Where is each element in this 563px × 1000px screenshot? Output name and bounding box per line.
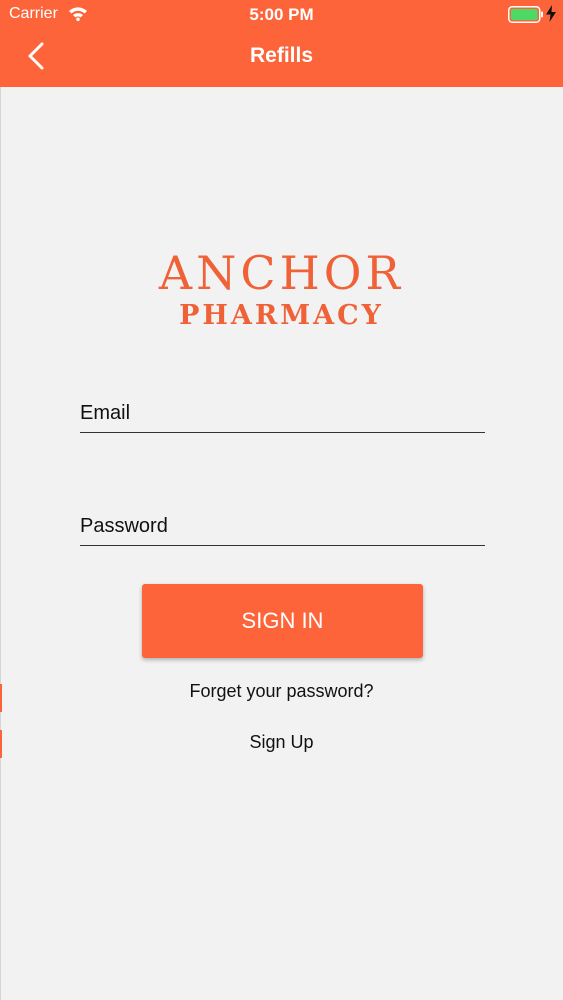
status-bar: Carrier 5:00 PM bbox=[0, 0, 563, 30]
battery-icon bbox=[508, 6, 544, 29]
logo-line-anchor: ANCHOR bbox=[158, 246, 405, 300]
bolt-icon bbox=[546, 5, 556, 27]
left-edge-divider bbox=[0, 87, 1, 1000]
page-title: Refills bbox=[249, 44, 314, 67]
sign-up-link[interactable]: Sign Up bbox=[0, 732, 563, 753]
logo-line-pharmacy: PHARMACY bbox=[179, 300, 384, 331]
nav-bar: Carrier 5:00 PM Refills bbox=[0, 0, 563, 87]
email-field[interactable] bbox=[80, 394, 485, 433]
sign-in-button[interactable]: SIGN IN bbox=[142, 584, 423, 658]
password-field[interactable] bbox=[80, 507, 485, 546]
status-time: 5:00 PM bbox=[249, 5, 314, 24]
forgot-password-link[interactable]: Forget your password? bbox=[0, 681, 563, 702]
pharmacy-logo: ANCHOR PHARMACY bbox=[0, 248, 563, 334]
